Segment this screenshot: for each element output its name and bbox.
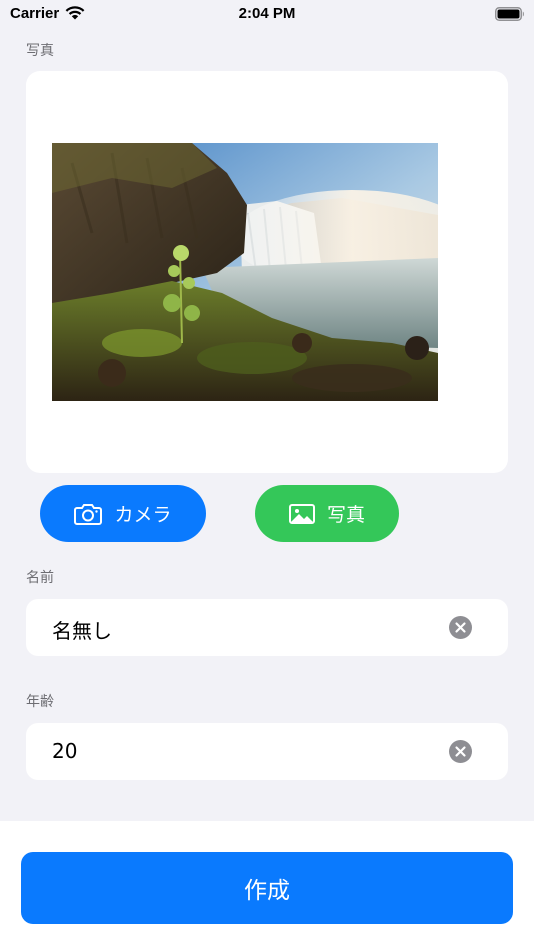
name-field-value[interactable]: 名無し <box>52 615 112 644</box>
photo-library-button-label: 写真 <box>326 504 365 526</box>
age-field-value[interactable]: 20 <box>52 739 77 763</box>
photo-section-label: 写真 <box>26 43 54 59</box>
selected-photo <box>52 143 438 401</box>
photo-card <box>26 71 508 473</box>
screen: Carrier 2:04 PM 写真 カメラ 写真 名前 名無し 年齢 20 作… <box>0 0 534 950</box>
create-button[interactable]: 作成 <box>21 852 513 924</box>
name-section-label: 名前 <box>26 570 54 586</box>
status-bar: Carrier 2:04 PM <box>0 0 534 30</box>
clear-icon[interactable] <box>449 616 472 639</box>
camera-button[interactable]: カメラ <box>40 485 206 542</box>
age-field[interactable]: 20 <box>26 723 508 780</box>
create-button-label: 作成 <box>244 878 290 904</box>
camera-icon <box>74 503 103 525</box>
age-section-label: 年齢 <box>26 694 54 710</box>
photo-library-button[interactable]: 写真 <box>255 485 399 542</box>
clear-icon[interactable] <box>449 740 472 763</box>
camera-button-label: カメラ <box>114 504 172 526</box>
clock: 2:04 PM <box>238 5 296 22</box>
image-icon <box>288 503 315 524</box>
battery-icon <box>495 6 525 21</box>
name-field[interactable]: 名無し <box>26 599 508 656</box>
